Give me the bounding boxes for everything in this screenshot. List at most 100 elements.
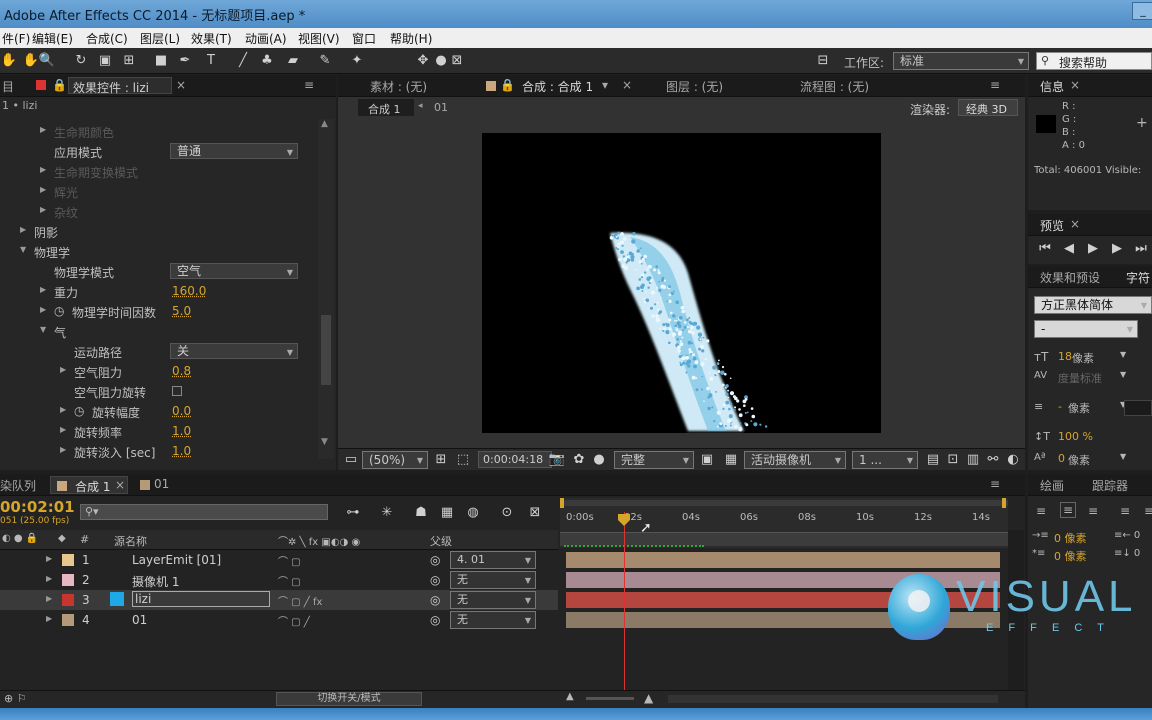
viewer-lock-icon[interactable]: 🔒 [500, 78, 515, 92]
expand-triangle-icon[interactable]: ▶ [20, 225, 26, 234]
timeline-search-input[interactable]: ⚲▾ [80, 504, 328, 520]
breadcrumb-comp[interactable]: 合成 1 [358, 99, 414, 116]
expand-triangle-icon[interactable]: ▶ [40, 125, 46, 134]
work-area-bar[interactable] [560, 498, 1008, 508]
effect-property-row[interactable]: 运动路径 关 [0, 341, 318, 361]
layer-switches-icons[interactable]: ⌒ ▢ [278, 553, 301, 568]
justify-all-icon[interactable]: ≡ [1144, 504, 1152, 518]
last-frame-icon[interactable]: ⏭ [1132, 240, 1150, 258]
pan-behind-icon[interactable]: ⊞ [120, 52, 138, 70]
justify-icon[interactable]: ≡ [1120, 504, 1130, 518]
hand-tool-icon[interactable]: ✋ [0, 52, 18, 70]
pen-tool-icon[interactable]: ✒ [176, 52, 194, 70]
font-style-select[interactable]: - [1034, 320, 1138, 338]
expand-triangle-icon[interactable]: ▶ [40, 205, 46, 214]
layer-expand-icon[interactable]: ▶ [46, 614, 52, 623]
close-tab-icon[interactable]: × [176, 78, 186, 92]
effect-property-row[interactable]: ▶ 旋转频率 1.0 [0, 421, 318, 441]
layer-duration-bar[interactable] [566, 572, 1000, 588]
font-family-select[interactable]: 方正黑体简体 [1034, 296, 1152, 314]
puppet-pin-icon[interactable]: ✦ [348, 52, 366, 70]
layer-label-swatch[interactable] [62, 594, 74, 606]
effect-property-value[interactable]: 5.0 [172, 304, 191, 318]
draft-3d-icon[interactable]: ✳ [378, 504, 396, 522]
layer-label-swatch[interactable] [62, 614, 74, 626]
baseline-dropdown-icon[interactable]: ▼ [1120, 452, 1126, 461]
tab-render-queue[interactable]: 染队列 [0, 477, 36, 494]
tab-composition[interactable]: 合成 : 合成 1 [522, 78, 593, 95]
expand-triangle-icon[interactable]: ▶ [60, 445, 66, 454]
tab-flowchart[interactable]: 流程图 : (无) [800, 78, 869, 95]
effect-property-value[interactable]: 160.0 [172, 284, 206, 298]
effect-property-checkbox[interactable] [172, 386, 182, 396]
expand-triangle-icon[interactable]: ▶ [60, 365, 66, 374]
expand-panes-icon[interactable]: ⊕ ⚐ [4, 692, 27, 705]
tab-layer[interactable]: 图层 : (无) [666, 78, 723, 95]
menu-composition[interactable]: 合成(C) [86, 30, 128, 47]
snapshot-icon[interactable]: 📷 [548, 451, 566, 469]
effect-property-row[interactable]: ▶ ◷ 物理学时间因数 5.0 [0, 301, 318, 321]
parent-select[interactable]: 无 [450, 571, 536, 589]
frame-blending-icon[interactable]: ▦ [438, 504, 456, 522]
effect-property-value[interactable]: 1.0 [172, 444, 191, 458]
expand-triangle-icon[interactable]: ▶ [40, 305, 46, 314]
effect-property-row[interactable]: ▶ 阴影 [0, 221, 318, 241]
flowchart-icon[interactable]: ⚯ [984, 451, 1002, 469]
parent-pickwhip-icon[interactable]: ◎ [430, 593, 440, 607]
time-ruler[interactable]: 0:00s 02s 04s 06s 08s 10s 12s 14s [560, 498, 1008, 548]
zoom-tool-icon[interactable]: 🔍 [38, 52, 56, 70]
vertical-scale-value[interactable]: 100 % [1058, 430, 1093, 443]
parent-pickwhip-icon[interactable]: ◎ [430, 613, 440, 627]
view-layout-select[interactable]: 1 ... [852, 451, 918, 469]
graph-editor-icon[interactable]: ⊙ [498, 504, 516, 522]
indent-left-value[interactable]: 0 像素 [1054, 530, 1087, 546]
collapse-triangle-icon[interactable]: ▼ [20, 245, 26, 254]
eraser-tool-icon[interactable]: ▰ [284, 52, 302, 70]
axis-view-icon[interactable]: ⊠ [448, 52, 466, 70]
stopwatch-icon[interactable]: ◷ [54, 304, 64, 318]
close-timeline-tab-icon[interactable]: × [115, 478, 125, 492]
effect-controls-tab[interactable]: 效果控件 : lizi [68, 77, 172, 95]
menu-edit[interactable]: 编辑(E) [32, 30, 73, 47]
effect-property-value[interactable]: 1.0 [172, 424, 191, 438]
layer-row[interactable]: ▶ 1 LayerEmit [01] ⌒ ▢ ◎ 4. 01 [0, 550, 558, 570]
effect-property-row[interactable]: ▶ 生命期颜色 [0, 121, 318, 141]
tab-01[interactable]: 01 [154, 477, 169, 491]
zoom-in-icon[interactable]: ▲ [644, 691, 653, 705]
project-tab-fragment[interactable]: 目 [2, 78, 14, 95]
layer-expand-icon[interactable]: ▶ [46, 594, 52, 603]
layer-expand-icon[interactable]: ▶ [46, 574, 52, 583]
expand-triangle-icon[interactable]: ▶ [60, 425, 66, 434]
help-search-input[interactable]: ⚲ 搜索帮助 [1036, 52, 1152, 70]
indent-first-value[interactable]: 0 像素 [1054, 548, 1087, 564]
menu-view[interactable]: 视图(V) [298, 30, 340, 47]
col-source-name[interactable]: 源名称 [114, 533, 147, 549]
effect-property-row[interactable]: ▼ 气 [0, 321, 318, 341]
exposure-icon[interactable]: ◐ [1004, 451, 1022, 469]
workspace-select[interactable]: 标准 [893, 52, 1029, 70]
breadcrumb-next[interactable]: 01 [434, 101, 448, 114]
resolution-select[interactable]: 完整 [614, 451, 694, 469]
play-icon[interactable]: ▶ [1084, 240, 1102, 258]
parent-select[interactable]: 4. 01 [450, 551, 536, 569]
effect-scrollbar[interactable]: ▲ ▼ [318, 119, 334, 459]
region-icon[interactable]: ⬚ [454, 451, 472, 469]
zoom-out-icon[interactable]: ▲ [566, 691, 574, 702]
hide-shy-icon[interactable]: ☗ [412, 504, 430, 522]
stopwatch-icon[interactable]: ◷ [74, 404, 84, 418]
current-time-display[interactable]: 0:00:04:18 [478, 451, 552, 468]
axis-local-icon[interactable]: ✥ [414, 52, 432, 70]
collapse-triangle-icon[interactable]: ▼ [40, 325, 46, 334]
layer-name[interactable]: 摄像机 1 [132, 573, 179, 590]
menu-file[interactable]: 件(F) [2, 30, 30, 47]
timeline-menu-icon[interactable]: ≡ [990, 477, 1000, 491]
tab-comp-1[interactable]: 合成 1 × [50, 476, 128, 494]
font-size-value[interactable]: 18 [1058, 350, 1072, 363]
menu-animation[interactable]: 动画(A) [245, 30, 287, 47]
layer-switches-icons[interactable]: ⌒ ▢ ╱ fx [278, 593, 322, 608]
close-comp-tab-icon[interactable]: × [622, 78, 632, 92]
menu-window[interactable]: 窗口 [352, 30, 376, 47]
expand-triangle-icon[interactable]: ▶ [40, 185, 46, 194]
effect-property-row[interactable]: 空气阻力旋转 [0, 381, 318, 401]
work-area-end[interactable] [1002, 498, 1006, 508]
